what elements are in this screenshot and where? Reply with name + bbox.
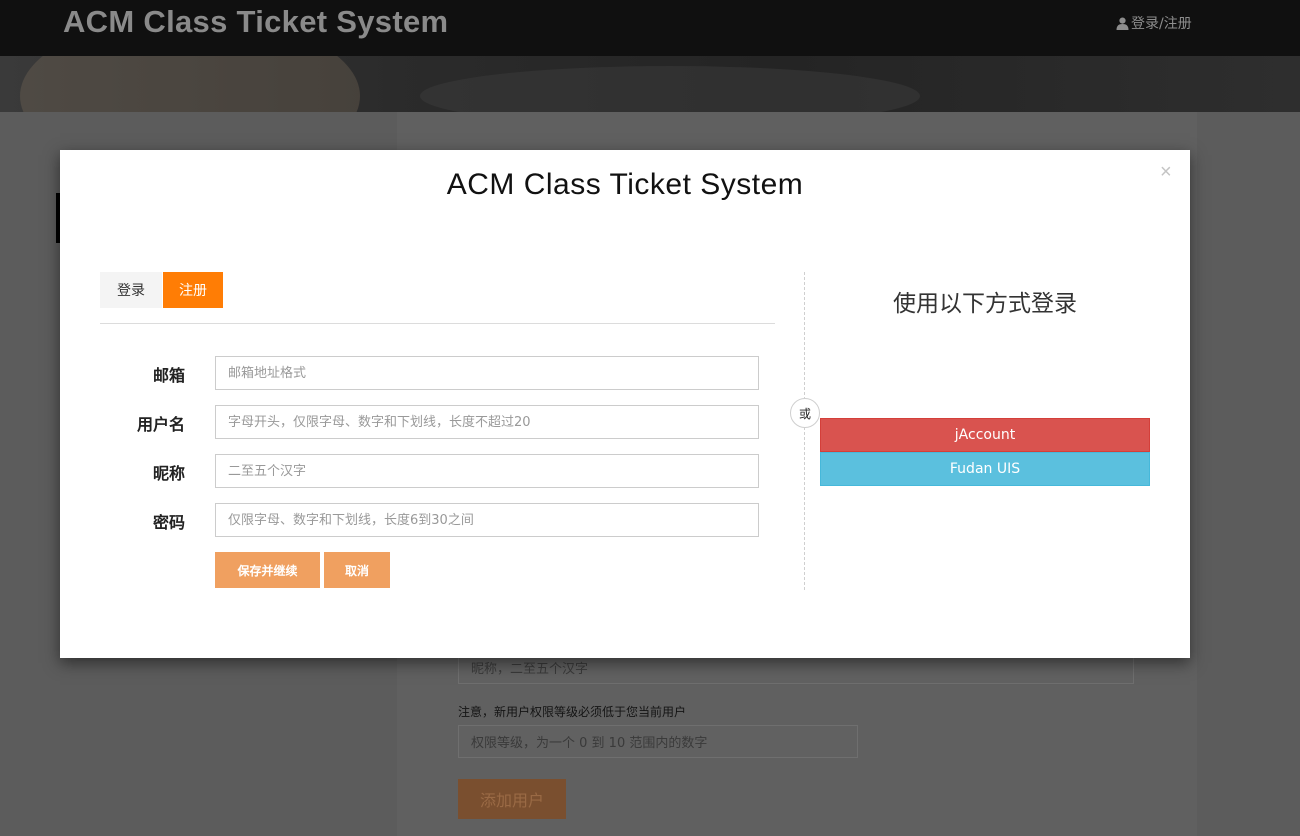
- tab-login[interactable]: 登录: [100, 272, 162, 308]
- jaccount-login-button[interactable]: jAccount: [820, 418, 1150, 452]
- background-note: 注意，新用户权限等级必须低于您当前用户: [458, 705, 687, 719]
- password-field[interactable]: [215, 503, 759, 537]
- email-label: 邮箱: [152, 366, 185, 385]
- email-row: 邮箱: [100, 356, 760, 390]
- login-register-link[interactable]: 登录/注册: [1116, 13, 1192, 33]
- save-continue-button[interactable]: 保存并继续: [215, 552, 320, 588]
- nickname-field[interactable]: [215, 454, 759, 488]
- or-separator: 或: [790, 398, 820, 428]
- email-field[interactable]: [215, 356, 759, 390]
- username-field[interactable]: [215, 405, 759, 439]
- hero-decoration: [420, 66, 920, 112]
- auth-tabs: 登录 注册: [100, 272, 775, 324]
- cancel-button[interactable]: 取消: [324, 552, 390, 588]
- user-icon: [1116, 17, 1129, 30]
- alt-login-title: 使用以下方式登录: [893, 291, 1077, 317]
- close-button[interactable]: ×: [1160, 162, 1172, 182]
- nickname-label: 昵称: [152, 464, 185, 483]
- brand-title[interactable]: ACM Class Ticket System: [63, 4, 448, 40]
- divider: [804, 272, 805, 590]
- background-level-field: 权限等级，为一个 0 到 10 范围内的数字: [458, 725, 858, 758]
- username-label: 用户名: [136, 415, 185, 434]
- nickname-row: 昵称: [100, 454, 760, 488]
- navbar: ACM Class Ticket System 登录/注册: [0, 0, 1300, 56]
- password-row: 密码: [100, 503, 760, 537]
- auth-modal: ACM Class Ticket System × 登录 注册 邮箱 用户名 昵…: [60, 150, 1190, 658]
- hero-banner: [0, 56, 1300, 112]
- password-label: 密码: [152, 513, 185, 532]
- login-register-label: 登录/注册: [1131, 16, 1192, 32]
- username-row: 用户名: [100, 405, 760, 439]
- fudan-uis-login-button[interactable]: Fudan UIS: [820, 452, 1150, 486]
- modal-title: ACM Class Ticket System: [446, 168, 804, 201]
- tab-register[interactable]: 注册: [163, 272, 223, 308]
- hero-decoration: [20, 56, 360, 112]
- background-add-user-button: 添加用户: [458, 779, 566, 819]
